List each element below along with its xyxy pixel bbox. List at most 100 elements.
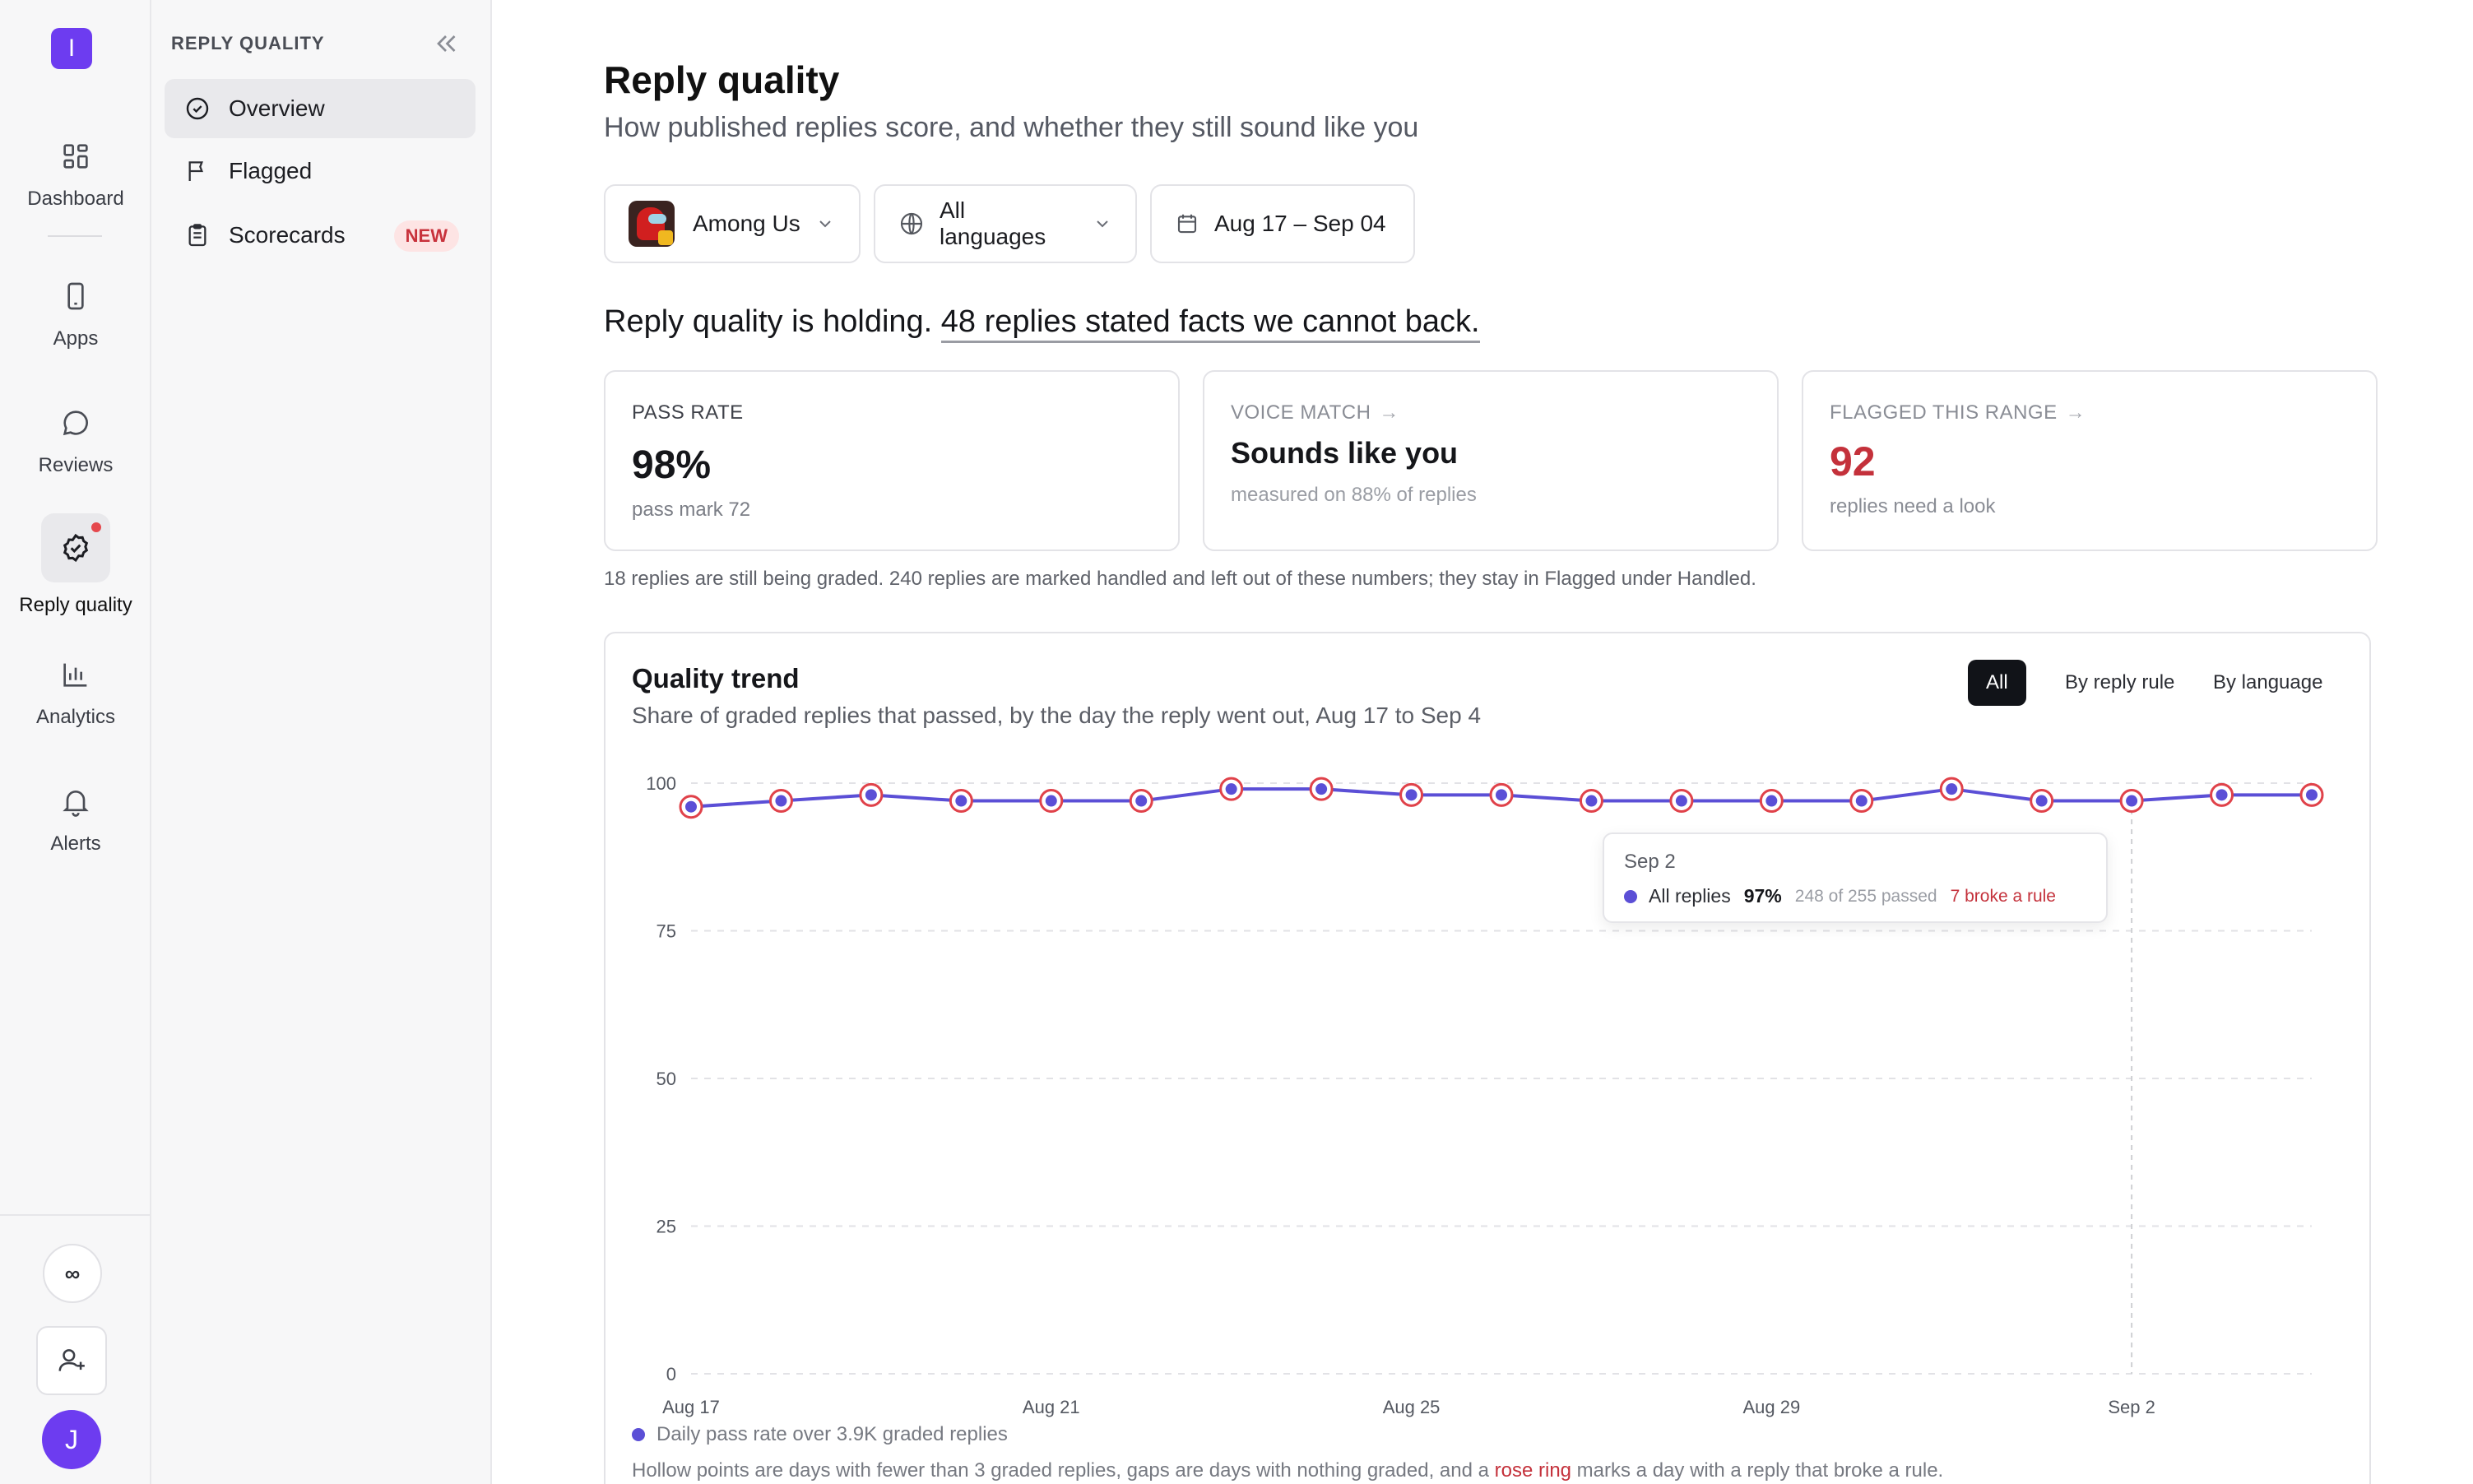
grading-note: 18 replies are still being graded. 240 r… — [604, 568, 1756, 590]
data-point — [2126, 795, 2138, 807]
data-point — [2306, 789, 2318, 801]
bell-icon — [41, 767, 110, 836]
workspace-logo[interactable]: I — [51, 28, 92, 69]
phone-icon — [41, 262, 110, 331]
data-point — [955, 795, 967, 807]
section-sidebar: REPLY QUALITY Overview Flagged Scorecard… — [151, 0, 492, 1484]
y-tick-label: 100 — [646, 773, 676, 794]
y-tick-label: 75 — [657, 921, 676, 942]
notification-dot — [89, 520, 104, 535]
summary-lead: Reply quality is holding. — [604, 304, 933, 339]
app-filter-value: Among Us — [693, 211, 800, 236]
grid-icon — [41, 122, 110, 191]
subnav-item-overview[interactable]: Overview — [165, 79, 476, 138]
data-point — [1315, 783, 1328, 795]
subnav-item-scorecards[interactable]: Scorecards NEW — [165, 206, 476, 265]
voice-match-card[interactable]: VOICE MATCH → Sounds like you measured on… — [1203, 370, 1779, 551]
voice-match-value: Sounds like you — [1231, 436, 1459, 470]
trend-chart: 0 25 50 75 100 Aug 17 Aug 21 Aug 25 Aug 29 Sep 2 — [646, 773, 2324, 1417]
legend-label: Daily pass rate over 3.9K graded replies — [657, 1423, 1008, 1445]
flagged-card[interactable]: FLAGGED THIS RANGE → 92 replies need a lo… — [1802, 370, 2378, 551]
globe-icon — [900, 212, 923, 235]
rail-divider — [48, 235, 102, 237]
rail-label: Alerts — [50, 832, 101, 855]
rail-label: Analytics — [35, 706, 116, 728]
infinity-button[interactable]: ∞ — [43, 1244, 102, 1303]
rail-label: Apps — [53, 327, 99, 350]
series-dot — [1624, 889, 1637, 903]
flagged-sub: replies need a look — [1830, 495, 1996, 517]
chart-footnote: Hollow points are days with fewer than 3… — [632, 1459, 1944, 1482]
user-avatar[interactable]: J — [42, 1410, 101, 1469]
rose-ring-term: rose ring — [1494, 1459, 1572, 1482]
data-point — [685, 800, 697, 813]
data-point — [1135, 795, 1148, 807]
rail-item-alerts[interactable]: Alerts — [0, 767, 151, 856]
summary-headline: Reply quality is holding. 48 replies sta… — [604, 304, 1480, 343]
card-label: PASS RATE — [632, 401, 744, 424]
data-point — [1855, 795, 1868, 807]
calendar-icon — [1177, 214, 1197, 234]
check-badge-icon — [41, 513, 110, 582]
unbacked-facts-link[interactable]: 48 replies stated facts we cannot back. — [940, 304, 1480, 343]
rail-label: Reviews — [38, 454, 114, 476]
rail-bottom-divider — [0, 1214, 150, 1216]
new-badge: NEW — [393, 220, 459, 252]
rail-label: Dashboard — [27, 188, 124, 210]
x-tick-label: Aug 25 — [1383, 1397, 1441, 1417]
date-range-picker[interactable]: Aug 17 – Sep 04 — [1150, 184, 1415, 263]
page-title: Reply quality — [604, 58, 840, 101]
rail-item-dashboard[interactable]: Dashboard — [0, 122, 151, 211]
quality-trend-panel: Quality trend Share of graded replies th… — [604, 632, 2371, 1484]
subnav-item-flagged[interactable]: Flagged — [165, 141, 476, 201]
section-title: REPLY QUALITY — [171, 33, 325, 53]
icon-rail: I Dashboard Apps Reviews Reply quality A… — [0, 0, 151, 1484]
invite-user-button[interactable] — [36, 1326, 107, 1395]
language-filter-dropdown[interactable]: All languages — [874, 184, 1137, 263]
x-tick-label: Sep 2 — [2108, 1397, 2155, 1417]
app-root: I Dashboard Apps Reviews Reply quality A… — [0, 0, 2473, 1484]
chevron-down-icon — [819, 220, 831, 228]
x-tick-label: Aug 17 — [662, 1397, 720, 1417]
bar-chart-icon — [41, 640, 110, 709]
tooltip-date: Sep 2 — [1624, 851, 1676, 873]
tooltip-detail: 248 of 255 passed — [1794, 886, 1937, 906]
flag-icon — [188, 161, 203, 181]
data-point — [865, 789, 877, 801]
y-tick-label: 0 — [666, 1364, 676, 1384]
rail-item-apps[interactable]: Apps — [0, 262, 151, 350]
tooltip-value: 97% — [1743, 885, 1782, 907]
y-tick-label: 25 — [657, 1217, 676, 1237]
rail-item-analytics[interactable]: Analytics — [0, 640, 151, 729]
card-label: FLAGGED THIS RANGE → — [1830, 401, 2086, 424]
x-tick-label: Aug 21 — [1023, 1397, 1080, 1417]
data-point — [775, 795, 787, 807]
chart-tooltip: Sep 2 All replies 97% 248 of 255 passed … — [1603, 832, 2108, 923]
app-filter-dropdown[interactable]: Among Us — [604, 184, 861, 263]
voice-match-coverage: measured on 88% of replies — [1231, 484, 1477, 506]
tooltip-broke[interactable]: 7 broke a rule — [1951, 887, 2056, 907]
data-point — [2215, 789, 2228, 801]
language-filter-value: All languages — [940, 197, 1046, 249]
data-point — [1225, 783, 1237, 795]
data-point — [1946, 783, 1958, 795]
y-tick-label: 50 — [657, 1069, 676, 1089]
chart-legend: Daily pass rate over 3.9K graded replies — [632, 1423, 1008, 1446]
rail-item-reply-quality[interactable]: Reply quality — [0, 513, 151, 617]
subnav-label: Overview — [229, 95, 325, 121]
x-tick-label: Aug 29 — [1742, 1397, 1800, 1417]
data-point — [1675, 795, 1687, 807]
tooltip-row: All replies 97% 248 of 255 passed 7 brok… — [1624, 885, 2056, 907]
chevron-down-icon — [1097, 220, 1108, 228]
add-user-icon — [58, 1349, 85, 1371]
rail-item-reviews[interactable]: Reviews — [0, 388, 151, 477]
clipboard-icon — [188, 224, 206, 247]
check-circle-icon — [186, 97, 209, 120]
flagged-value: 92 — [1830, 438, 1876, 485]
collapse-sidebar-icon[interactable] — [431, 31, 461, 56]
data-point — [1765, 795, 1778, 807]
chat-bubble-icon — [41, 388, 110, 457]
pass-mark: pass mark 72 — [632, 499, 751, 521]
pass-rate-value: 98% — [632, 443, 712, 487]
page-subtitle: How published replies score, and whether… — [604, 112, 1419, 143]
